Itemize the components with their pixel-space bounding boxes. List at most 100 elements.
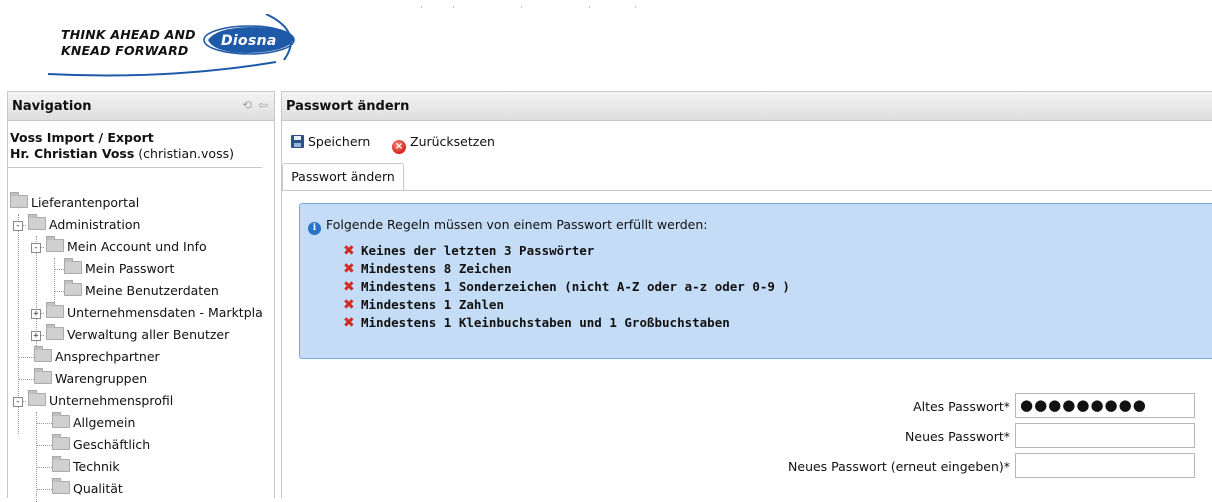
tree-item-label: Administration [49, 217, 141, 232]
rule-item: ✖ Mindestens 1 Kleinbuchstaben und 1 Groß… [343, 314, 730, 332]
folder-icon [34, 346, 52, 362]
folder-icon [52, 412, 70, 428]
top-dot: · [588, 3, 591, 13]
expand-toggle-icon[interactable]: + [31, 309, 41, 319]
new-password-label: Neues Passwort* [905, 429, 1010, 444]
tree-item-lieferantenportal[interactable]: Lieferantenportal [10, 192, 139, 214]
new-password-row: Neues Passwort* [282, 423, 1212, 451]
top-dot: · [420, 3, 423, 13]
tree-item-unternehmensprofil[interactable]: - Unternehmensprofil [13, 390, 173, 412]
navigation-header: Navigation ⟲ ⇦ [8, 92, 274, 121]
password-rules-box: i Folgende Regeln müssen von einem Passwo… [299, 203, 1212, 359]
tree-item-technik[interactable]: Technik [52, 456, 120, 478]
collapse-toggle-icon[interactable]: - [31, 243, 41, 253]
error-cross-icon: ✖ [343, 315, 355, 331]
tree-item-ansprechpartner[interactable]: Ansprechpartner [34, 346, 160, 368]
rule-item: ✖ Mindestens 1 Zahlen [343, 296, 504, 314]
company-logo: THINK AHEAD AND KNEAD FORWARD Diosna [46, 14, 301, 78]
logo-tagline: THINK AHEAD AND KNEAD FORWARD [61, 27, 196, 59]
folder-icon [28, 390, 46, 406]
folder-icon [64, 258, 82, 274]
tree-item-label: Geschäftlich [73, 437, 151, 452]
sync-icon[interactable]: ⟲ [242, 98, 252, 112]
rule-item: ✖ Mindestens 1 Sonderzeichen (nicht A-Z o… [343, 278, 790, 296]
company-name: Voss Import / Export [10, 130, 154, 145]
error-cross-icon: ✖ [343, 297, 355, 313]
tree-item-mein-account[interactable]: - Mein Account und Info [31, 236, 207, 258]
old-password-row: Altes Passwort* ●●●●●●●●● [282, 393, 1212, 421]
folder-icon [46, 302, 64, 318]
tree-item-label: Technik [73, 459, 120, 474]
tree-item-administration[interactable]: - Administration [13, 214, 140, 236]
collapse-toggle-icon[interactable]: - [13, 397, 23, 407]
top-dot: · [452, 3, 455, 13]
reset-icon: × [392, 140, 406, 154]
navigation-title: Navigation [12, 99, 92, 114]
main-header: Passwort ändern [282, 92, 1212, 121]
tree-item-label: Meine Benutzerdaten [85, 283, 219, 298]
expand-toggle-icon[interactable]: + [31, 331, 41, 341]
user-name: Hr. Christian Voss [10, 146, 135, 161]
rule-text: Mindestens 1 Kleinbuchstaben und 1 Großb… [361, 315, 730, 330]
page-title: Passwort ändern [286, 99, 410, 114]
tree-item-verwaltung-benutzer[interactable]: + Verwaltung aller Benutzer [31, 324, 229, 346]
tree-item-geschaeftlich[interactable]: Geschäftlich [52, 434, 150, 456]
tree-item-label: Allgemein [73, 415, 136, 430]
tree-item-meine-benutzerdaten[interactable]: Meine Benutzerdaten [64, 280, 219, 302]
rule-item: ✖ Mindestens 8 Zeichen [343, 260, 512, 278]
tab-bar: Passwort ändern [282, 163, 1212, 191]
folder-icon [10, 192, 28, 208]
tree-item-label: Qualität [73, 481, 123, 496]
top-dot: · [520, 3, 523, 13]
reset-button[interactable]: × Zurücksetzen [392, 134, 495, 154]
folder-icon [64, 280, 82, 296]
reset-label: Zurücksetzen [410, 134, 495, 149]
tree-item-label: Unternehmensdaten - Marktpla [67, 305, 263, 320]
error-cross-icon: ✖ [343, 261, 355, 277]
repeat-password-label: Neues Passwort (erneut eingeben)* [788, 459, 1010, 474]
navigation-panel: Navigation ⟲ ⇦ Voss Import / Export Hr. C… [7, 91, 275, 502]
save-button[interactable]: Speichern [291, 134, 370, 149]
tagline-line-1: THINK AHEAD AND [61, 27, 196, 42]
tree-item-warengruppen[interactable]: Warengruppen [34, 368, 147, 390]
tree-item-unternehmensdaten[interactable]: + Unternehmensdaten - Marktpla [31, 302, 274, 324]
rules-heading: i Folgende Regeln müssen von einem Passwo… [308, 217, 708, 235]
main-panel: Passwort ändern Speichern × Zurücksetzen … [281, 91, 1212, 498]
rule-text: Keines der letzten 3 Passwörter [361, 243, 595, 258]
tree-item-label: Lieferantenportal [31, 195, 140, 210]
rule-text: Mindestens 8 Zeichen [361, 261, 512, 276]
folder-icon [52, 478, 70, 494]
rule-text: Mindestens 1 Zahlen [361, 297, 504, 312]
save-label: Speichern [308, 134, 371, 149]
info-icon: i [308, 222, 321, 235]
new-password-field[interactable] [1015, 423, 1195, 448]
folder-icon [46, 324, 64, 340]
folder-icon [52, 456, 70, 472]
collapse-toggle-icon[interactable]: - [13, 221, 23, 231]
tree-item-label: Verwaltung aller Benutzer [67, 327, 230, 342]
tree-item-label: Mein Account und Info [67, 239, 207, 254]
tab-passwort-aendern[interactable]: Passwort ändern [282, 163, 404, 190]
old-password-field[interactable]: ●●●●●●●●● [1015, 393, 1195, 418]
tree-item-label: Unternehmensprofil [49, 393, 174, 408]
navigation-tools: ⟲ ⇦ [236, 98, 268, 112]
tree-item-label: Mein Passwort [85, 261, 175, 276]
collapse-left-icon[interactable]: ⇦ [258, 98, 268, 112]
folder-icon [46, 236, 64, 252]
user-login: (christian.voss) [138, 146, 234, 161]
folder-icon [28, 214, 46, 230]
error-cross-icon: ✖ [343, 279, 355, 295]
error-cross-icon: ✖ [343, 243, 355, 259]
repeat-password-field[interactable] [1015, 453, 1195, 478]
top-dot: · [634, 3, 637, 13]
rule-item: ✖ Keines der letzten 3 Passwörter [343, 242, 594, 260]
brand-name: Diosna [221, 33, 277, 49]
folder-icon [52, 434, 70, 450]
rules-heading-text: Folgende Regeln müssen von einem Passwor… [326, 217, 708, 232]
old-password-label: Altes Passwort* [913, 399, 1010, 414]
tree-item-allgemein[interactable]: Allgemein [52, 412, 135, 434]
user-info: Voss Import / Export Hr. Christian Voss … [8, 121, 262, 168]
tree-item-label: Ansprechpartner [55, 349, 160, 364]
tree-item-mein-passwort[interactable]: Mein Passwort [64, 258, 174, 280]
rule-text: Mindestens 1 Sonderzeichen (nicht A-Z od… [361, 279, 790, 294]
